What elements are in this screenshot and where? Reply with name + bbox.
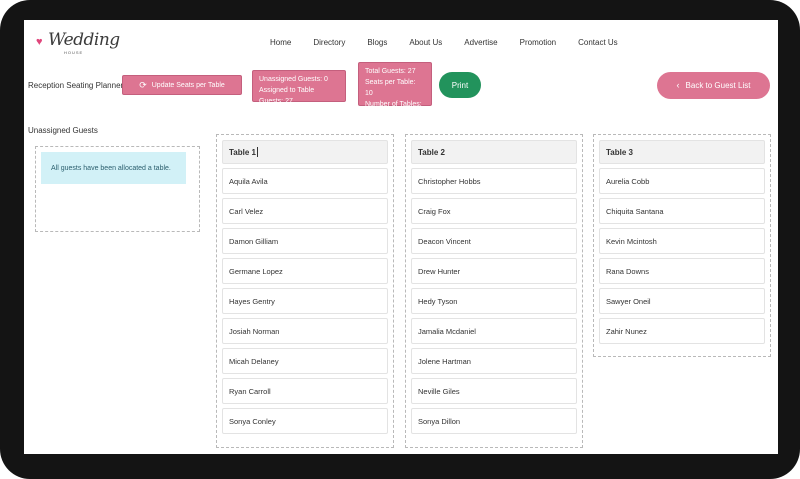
guest-item[interactable]: Aquila Avila	[222, 168, 388, 194]
top-nav: ♥ Wedding HOUSE Home Directory Blogs Abo…	[24, 20, 778, 68]
guest-item[interactable]: Sawyer Oneil	[599, 288, 765, 314]
update-seats-button[interactable]: ⟳ Update Seats per Table	[122, 75, 242, 95]
text-cursor	[256, 147, 258, 157]
refresh-icon: ⟳	[139, 79, 147, 90]
unassigned-count: Unassigned Guests: 0	[259, 76, 328, 83]
guest-item[interactable]: Germane Lopez	[222, 258, 388, 284]
back-button-label: Back to Guest List	[685, 81, 751, 90]
guest-item[interactable]: Josiah Norman	[222, 318, 388, 344]
seats-per-table: Seats per Table: 10	[365, 79, 416, 97]
table-header: Table 2	[411, 140, 577, 164]
guest-item[interactable]: Hayes Gentry	[222, 288, 388, 314]
guest-item[interactable]: Damon Gilliam	[222, 228, 388, 254]
logo-subtext: HOUSE	[64, 50, 84, 55]
table-header: Table 3	[599, 140, 765, 164]
guest-item[interactable]: Aurelia Cobb	[599, 168, 765, 194]
nav-link-home[interactable]: Home	[270, 38, 291, 47]
guest-item[interactable]: Ryan Carroll	[222, 378, 388, 404]
guest-item[interactable]: Hedy Tyson	[411, 288, 577, 314]
guest-item[interactable]: Neville Giles	[411, 378, 577, 404]
nav-link-contact-us[interactable]: Contact Us	[578, 38, 618, 47]
table-name: Table 2	[418, 147, 445, 157]
site-logo[interactable]: ♥ Wedding HOUSE	[34, 28, 120, 58]
update-seats-label: Update Seats per Table	[151, 81, 225, 89]
print-button[interactable]: Print	[439, 72, 481, 98]
guest-item[interactable]: Jolene Hartman	[411, 348, 577, 374]
number-of-tables: Number of Tables: 3	[365, 101, 422, 119]
nav-link-blogs[interactable]: Blogs	[367, 38, 387, 47]
logo-text: Wedding	[48, 30, 120, 50]
info-alert: All guests have been allocated a table.	[41, 152, 186, 184]
guest-item[interactable]: Christopher Hobbs	[411, 168, 577, 194]
nav-link-promotion[interactable]: Promotion	[520, 38, 556, 47]
guest-item[interactable]: Drew Hunter	[411, 258, 577, 284]
assigned-count: Assigned to Table Guests: 27	[259, 87, 315, 105]
nav-links: Home Directory Blogs About Us Advertise …	[270, 38, 640, 47]
unassigned-dropzone[interactable]: All guests have been allocated a table.	[35, 146, 200, 232]
guest-item[interactable]: Craig Fox	[411, 198, 577, 224]
guest-item[interactable]: Micah Delaney	[222, 348, 388, 374]
back-to-guest-list-button[interactable]: ‹ Back to Guest List	[657, 72, 770, 99]
tablet-frame: ♥ Wedding HOUSE Home Directory Blogs Abo…	[0, 0, 800, 479]
unassigned-guests-title: Unassigned Guests	[28, 126, 98, 135]
table-dropzone-2[interactable]: Table 2 Christopher Hobbs Craig Fox Deac…	[405, 134, 583, 448]
nav-link-about-us[interactable]: About Us	[409, 38, 442, 47]
guest-assignment-stats: Unassigned Guests: 0 Assigned to Table G…	[252, 70, 346, 105]
guest-item[interactable]: Zahir Nunez	[599, 318, 765, 344]
table-dropzone-1[interactable]: Table 1 Aquila Avila Carl Velez Damon Gi…	[216, 134, 394, 448]
table-header: Table 1	[222, 140, 388, 164]
guest-item[interactable]: Jamalia Mcdaniel	[411, 318, 577, 344]
guest-item[interactable]: Carl Velez	[222, 198, 388, 224]
table-name: Table 1	[229, 147, 256, 157]
table-dropzone-3[interactable]: Table 3 Aurelia Cobb Chiquita Santana Ke…	[593, 134, 771, 357]
nav-link-directory[interactable]: Directory	[313, 38, 345, 47]
heart-icon: ♥	[36, 36, 43, 48]
total-guests: Total Guests: 27	[365, 68, 416, 75]
guest-item[interactable]: Rana Downs	[599, 258, 765, 284]
guest-item[interactable]: Deacon Vincent	[411, 228, 577, 254]
table-name: Table 3	[606, 147, 633, 157]
chevron-left-icon: ‹	[676, 80, 680, 90]
guest-item[interactable]: Sonya Dillon	[411, 408, 577, 434]
guest-item[interactable]: Sonya Conley	[222, 408, 388, 434]
nav-link-advertise[interactable]: Advertise	[464, 38, 497, 47]
guest-item[interactable]: Kevin Mcintosh	[599, 228, 765, 254]
planner-title: Reception Seating Planner	[28, 81, 124, 90]
app-screen: ♥ Wedding HOUSE Home Directory Blogs Abo…	[24, 20, 778, 454]
guest-item[interactable]: Chiquita Santana	[599, 198, 765, 224]
table-stats: Total Guests: 27 Seats per Table: 10 Num…	[358, 62, 432, 119]
